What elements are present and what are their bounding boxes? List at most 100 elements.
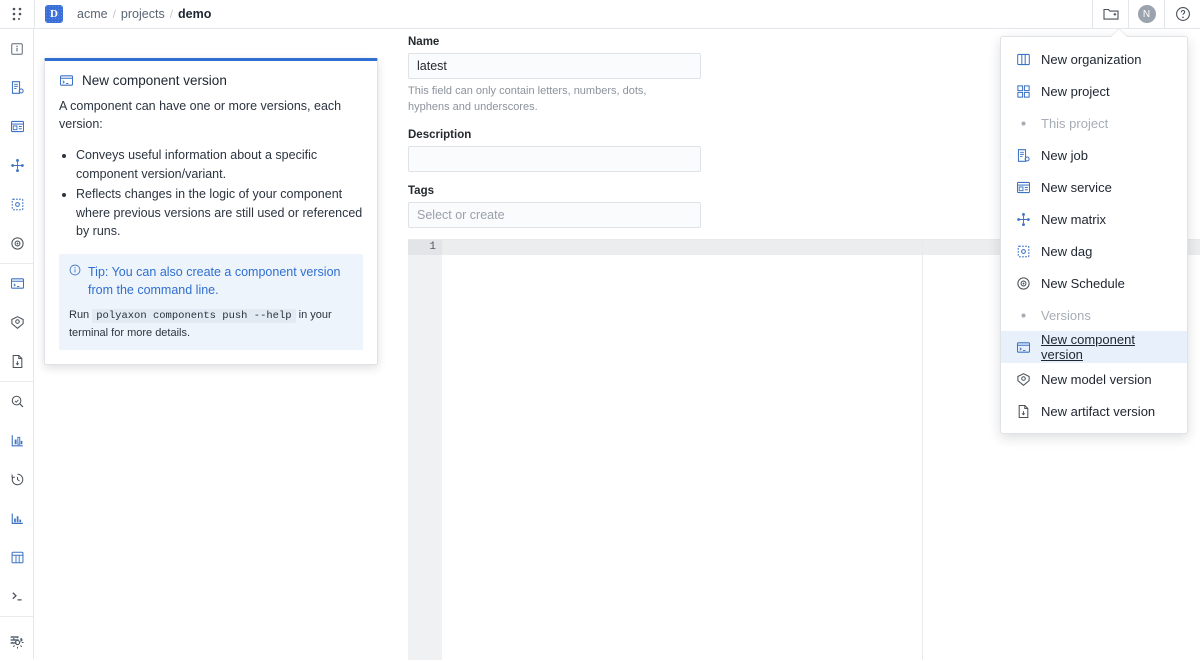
help-icon[interactable] (1164, 0, 1200, 29)
info-card-title: New component version (82, 73, 227, 88)
sidebar-item-schedule[interactable] (0, 224, 34, 263)
menu-item-new-service[interactable]: New service (1001, 171, 1187, 203)
organization-icon (1015, 52, 1031, 67)
sidebar-item-info[interactable] (0, 29, 34, 68)
menu-item-label: New service (1041, 179, 1112, 195)
info-card-subtitle: A component can have one or more version… (59, 99, 342, 132)
sidebar-item-analytics[interactable] (0, 499, 34, 538)
sidebar-item-jobs[interactable] (0, 68, 34, 107)
description-field-group: Description (408, 129, 701, 172)
sidebar-item-search[interactable] (0, 382, 34, 421)
component-version-form: Name This field can only contain letters… (408, 36, 701, 258)
menu-item-label: New Schedule (1041, 275, 1125, 291)
service-icon (1015, 180, 1031, 195)
description-input[interactable] (408, 145, 701, 172)
breadcrumb-separator: / (112, 7, 116, 21)
sidebar-item-artifact-version[interactable] (0, 342, 34, 381)
menu-item-label: New dag (1041, 243, 1093, 259)
sidebar-item-model-version[interactable] (0, 303, 34, 342)
component-version-info-card: New component version A component can ha… (44, 58, 378, 366)
menu-item-new-organization[interactable]: New organization (1001, 43, 1187, 75)
sidebar-item-services[interactable] (0, 107, 34, 146)
info-card-bullet-list: Conveys useful information about a speci… (76, 146, 363, 241)
avatar[interactable]: N (1128, 0, 1164, 29)
artifact-version-icon (1015, 404, 1031, 419)
menu-item-label: New model version (1041, 371, 1152, 387)
info-card-tip-box: Tip: You can also create a component ver… (59, 253, 363, 351)
bullet-icon (1015, 308, 1031, 323)
menu-item-new-project[interactable]: New project (1001, 75, 1187, 107)
tip-box-command-line: Run polyaxon components push --help in y… (69, 307, 353, 341)
menu-item-new-job[interactable]: New job (1001, 139, 1187, 171)
tags-input[interactable] (408, 201, 701, 228)
tip-run-prefix: Run (69, 309, 90, 321)
project-icon (1015, 84, 1031, 99)
sidebar-group-versions (0, 264, 33, 382)
sidebar-item-matrix[interactable] (0, 146, 34, 185)
menu-item-new-artifact-version[interactable]: New artifact version (1001, 395, 1187, 427)
editor-line-number: 1 (429, 241, 436, 253)
info-circle-icon (69, 263, 81, 299)
menu-section-versions: Versions (1001, 299, 1187, 331)
list-item: Conveys useful information about a speci… (76, 146, 363, 183)
sidebar-item-insights[interactable] (0, 421, 34, 460)
dropdown-panel: New organization New project This project N… (1000, 36, 1188, 434)
collapse-sidebar-icon[interactable] (0, 620, 34, 659)
menu-item-new-model-version[interactable]: New model version (1001, 363, 1187, 395)
component-version-icon (59, 73, 74, 88)
avatar-letter: N (1137, 5, 1156, 23)
name-label: Name (408, 36, 440, 48)
sidebar-item-dag[interactable] (0, 185, 34, 224)
matrix-icon (1015, 212, 1031, 227)
name-help-text: This field can only contain letters, num… (408, 85, 647, 113)
menu-item-new-schedule[interactable]: New Schedule (1001, 267, 1187, 299)
tags-label: Tags (408, 184, 434, 197)
menu-section-this-project: This project (1001, 107, 1187, 139)
editor-gutter (408, 240, 442, 660)
menu-item-label: New project (1041, 83, 1110, 99)
new-folder-icon[interactable] (1092, 0, 1128, 29)
sidebar-group-project (0, 29, 33, 264)
menu-item-new-component-version[interactable]: New component version (1001, 331, 1187, 363)
menu-item-label: New component version (1041, 332, 1135, 362)
tip-box-text: Tip: You can also create a component ver… (88, 264, 341, 297)
dropdown-arrow (1111, 29, 1127, 37)
sidebar-item-history[interactable] (0, 460, 34, 499)
sidebar-collapse-area (0, 620, 34, 659)
menu-item-new-matrix[interactable]: New matrix (1001, 203, 1187, 235)
sidebar-item-component-version[interactable] (0, 264, 34, 303)
menu-item-label: New matrix (1041, 211, 1107, 227)
breadcrumb-item-org[interactable]: acme (77, 7, 108, 21)
tip-box-row: Tip: You can also create a component ver… (69, 263, 353, 299)
menu-item-new-dag[interactable]: New dag (1001, 235, 1187, 267)
menu-item-label: Versions (1041, 307, 1091, 323)
app-logo[interactable]: D (45, 5, 63, 23)
info-card-header: New component version (59, 73, 363, 88)
breadcrumb-item-projects[interactable]: projects (121, 7, 165, 21)
list-item: Reflects changes in the logic of your co… (76, 185, 363, 241)
grid-menu-icon[interactable] (0, 0, 34, 28)
component-version-icon (1015, 340, 1031, 355)
tip-command-code: polyaxon components push --help (92, 309, 296, 323)
sidebar-group-tools (0, 382, 33, 617)
schedule-icon (1015, 276, 1031, 291)
breadcrumb: acme / projects / demo (77, 7, 211, 21)
menu-item-label: This project (1041, 115, 1109, 131)
top-bar: D acme / projects / demo N (0, 0, 1200, 29)
sidebar-item-table[interactable] (0, 538, 34, 577)
bullet-icon (1015, 116, 1031, 131)
menu-item-label: New job (1041, 147, 1088, 163)
name-field-group: Name This field can only contain letters… (408, 36, 701, 116)
topbar-actions: N (1092, 0, 1200, 29)
menu-item-label: New organization (1041, 51, 1142, 67)
description-label: Description (408, 128, 472, 141)
topbar-divider (34, 0, 35, 29)
editor-ruler (922, 240, 923, 660)
breadcrumb-item-current[interactable]: demo (178, 7, 211, 21)
name-input[interactable] (408, 53, 701, 79)
job-icon (1015, 148, 1031, 163)
sidebar-item-terminal[interactable] (0, 577, 34, 616)
tags-field-group: Tags (408, 185, 701, 228)
dag-icon (1015, 244, 1031, 259)
model-version-icon (1015, 372, 1031, 387)
